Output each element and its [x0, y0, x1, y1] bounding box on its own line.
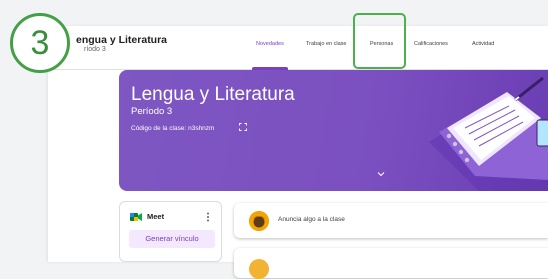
avatar-face-icon [249, 211, 269, 231]
tab-trabajo-en-clase[interactable]: Trabajo en clase [306, 41, 346, 47]
post-avatar [249, 259, 269, 279]
course-title[interactable]: engua y Literatura [76, 34, 167, 46]
announce-card[interactable]: Anuncia algo a la clase [234, 203, 548, 238]
stream-post-card [234, 248, 548, 279]
tab-novedades[interactable]: Novedades [256, 41, 284, 47]
chevron-down-icon[interactable] [377, 171, 385, 177]
banner-period: Período 3 [131, 106, 173, 117]
meet-label: Meet [147, 212, 165, 221]
generate-link-button[interactable]: Generar vínculo [129, 230, 215, 248]
meet-icon [130, 213, 142, 221]
notebook-illustration [429, 76, 548, 191]
step-number: 3 [30, 24, 50, 62]
fullscreen-icon[interactable] [239, 123, 247, 131]
meet-card: Meet Generar vínculo [119, 201, 222, 262]
tab-calificaciones[interactable]: Calificaciones [414, 41, 448, 47]
class-code: Código de la clase: n3shnzm [131, 125, 215, 132]
announce-placeholder: Anuncia algo a la clase [278, 216, 345, 223]
step-badge: 3 [10, 13, 70, 73]
page: 3 engua y Literatura ríodo 3 Novedades T… [0, 0, 548, 279]
personas-highlight-box [353, 13, 406, 69]
more-vert-icon[interactable] [206, 212, 210, 222]
top-header: engua y Literatura ríodo 3 Novedades Tra… [48, 13, 548, 70]
class-banner: Lengua y Literatura Período 3 Código de … [119, 70, 548, 191]
avatar [249, 211, 269, 231]
banner-title: Lengua y Literatura [131, 84, 295, 105]
tab-actividad[interactable]: Actividad [472, 41, 494, 47]
course-subtitle: ríodo 3 [84, 46, 106, 53]
